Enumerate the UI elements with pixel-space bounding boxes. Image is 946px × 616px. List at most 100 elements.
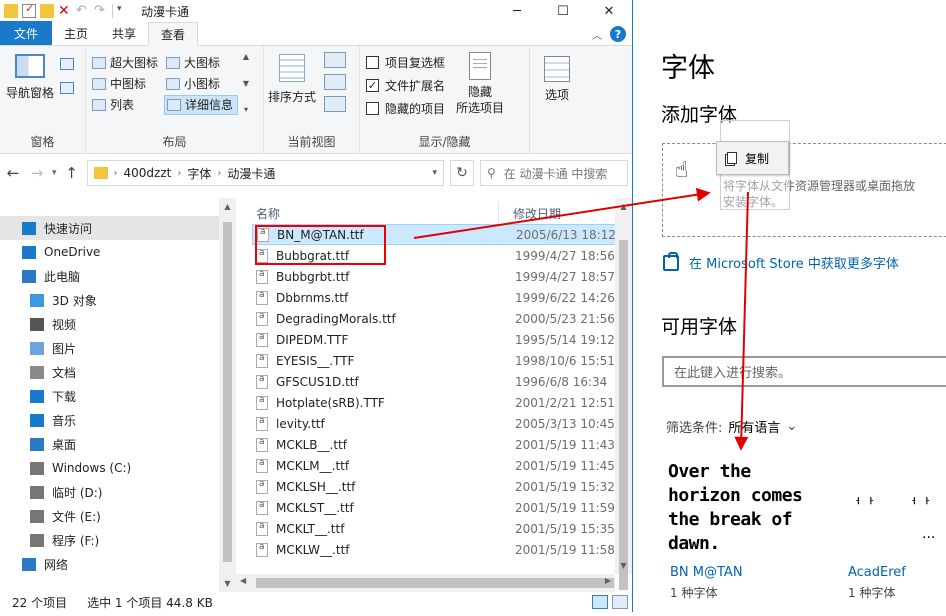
tab-home[interactable]: 主页 xyxy=(52,21,100,45)
file-extensions-toggle[interactable]: ✓ 文件扩展名 xyxy=(366,77,445,94)
layout-gallery-scroll[interactable]: ▲ ▼ ▾ xyxy=(240,52,252,114)
nav-item[interactable]: 此电脑 xyxy=(0,264,236,288)
breadcrumb-item[interactable]: 动漫卡通 xyxy=(227,165,275,182)
chevron-down-icon[interactable]: ▾ xyxy=(432,168,437,178)
tab-file[interactable]: 文件 xyxy=(0,21,53,45)
font-name-acaderef[interactable]: AcadEref xyxy=(848,565,906,580)
nav-item[interactable]: 快速访问 xyxy=(0,216,236,240)
nav-item[interactable]: 程序 (F:) xyxy=(0,528,236,552)
redo-icon[interactable]: ↷ xyxy=(94,4,108,18)
properties-icon[interactable] xyxy=(22,2,36,18)
large-icons-view-icon[interactable] xyxy=(612,595,628,609)
breadcrumb-item[interactable]: 400dzzt xyxy=(124,166,172,180)
nav-item[interactable]: OneDrive xyxy=(0,240,236,264)
file-list-vscrollbar[interactable]: ▲ ▼ xyxy=(615,198,632,590)
nav-item[interactable]: 音乐 xyxy=(0,408,236,432)
close-button[interactable]: ✕ xyxy=(586,0,632,22)
font-preview-acaderef-b[interactable]: ᅥᅡ xyxy=(904,494,930,514)
nav-item[interactable]: 图片 xyxy=(0,336,236,360)
file-row[interactable]: MCKLST__.ttf 2001/5/19 11:59 xyxy=(252,497,618,518)
nav-item-label: 3D 对象 xyxy=(52,293,97,308)
item-checkboxes-toggle[interactable]: 项目复选框 xyxy=(366,54,445,71)
new-folder-icon[interactable] xyxy=(40,4,54,18)
chevron-right-icon[interactable]: › xyxy=(114,168,118,179)
file-list-hscrollbar[interactable]: ◀ ▶ xyxy=(236,574,615,592)
breadcrumb-item[interactable]: 字体 xyxy=(187,165,211,182)
add-columns-icon[interactable] xyxy=(324,74,346,90)
layout-extra-large-icons[interactable]: 超大图标 xyxy=(90,53,164,73)
search-input[interactable]: ⚲ 在 动漫卡通 中搜索 xyxy=(480,160,628,186)
group-by-icon[interactable] xyxy=(324,52,346,68)
help-icon[interactable]: ? xyxy=(610,26,626,42)
back-icon[interactable]: ← xyxy=(4,164,22,182)
file-row[interactable]: EYESIS__.TTF 1998/10/6 15:51 xyxy=(252,350,618,371)
font-name-bn-matan[interactable]: BN M@TAN xyxy=(670,565,743,580)
nav-item[interactable]: 文件 (E:) xyxy=(0,504,236,528)
customize-qat-icon[interactable]: ▾ xyxy=(117,4,131,18)
size-columns-icon[interactable] xyxy=(324,96,346,112)
layout-large-icons[interactable]: 大图标 xyxy=(164,53,238,73)
forward-icon[interactable]: → xyxy=(28,164,46,182)
file-row[interactable]: levity.ttf 2005/3/13 10:45 xyxy=(252,413,618,434)
checkbox-unchecked[interactable] xyxy=(366,102,379,115)
nav-item[interactable]: 文档 xyxy=(0,360,236,384)
column-header-date[interactable]: 修改日期 xyxy=(498,202,561,224)
address-bar[interactable]: › 400dzzt › 字体 › 动漫卡通 ▾ xyxy=(86,160,444,186)
maximize-button[interactable]: ☐ xyxy=(540,0,586,22)
nav-pane-button[interactable]: 导航窗格 xyxy=(6,54,54,101)
chevron-right-icon[interactable]: › xyxy=(177,168,181,179)
undo-icon[interactable]: ↶ xyxy=(76,4,90,18)
nav-item[interactable]: Windows (C:) xyxy=(0,456,236,480)
tab-view[interactable]: 查看 xyxy=(148,22,199,46)
store-link-label: 在 Microsoft Store 中获取更多字体 xyxy=(689,257,899,272)
layout-small-icons[interactable]: 小图标 xyxy=(164,74,238,94)
details-view-icon[interactable] xyxy=(592,595,608,609)
layout-list[interactable]: 列表 xyxy=(90,95,164,115)
chevron-right-icon[interactable]: › xyxy=(217,168,221,179)
file-row[interactable]: Dbbrnms.ttf 1999/6/22 14:26 xyxy=(252,287,618,308)
checkbox-checked[interactable]: ✓ xyxy=(366,79,379,92)
delete-icon[interactable]: ✕ xyxy=(58,4,72,18)
file-row[interactable]: MCKLW__.ttf 2001/5/19 11:58 xyxy=(252,539,618,560)
file-date: 1996/6/8 16:34 xyxy=(515,374,608,389)
font-preview-bn-matan[interactable]: Over the horizon comes the break of dawn… xyxy=(668,460,818,556)
file-row[interactable]: DegradingMorals.ttf 2000/5/23 21:56 xyxy=(252,308,618,329)
font-search-input[interactable]: 在此键入进行搜索。 xyxy=(662,356,946,387)
checkbox-unchecked[interactable] xyxy=(366,56,379,69)
hide-selected-button[interactable]: 隐藏 所选项目 xyxy=(456,52,504,116)
layout-details[interactable]: 详细信息 xyxy=(164,94,238,115)
hidden-items-toggle[interactable]: 隐藏的项目 xyxy=(366,100,445,117)
nav-item[interactable]: 临时 (D:) xyxy=(0,480,236,504)
layout-medium-icons[interactable]: 中图标 xyxy=(90,74,164,94)
font-preview-acaderef-more: ... xyxy=(922,526,936,542)
nav-item[interactable]: 视频 xyxy=(0,312,236,336)
file-row[interactable]: DIPEDM.TTF 1995/5/14 19:12 xyxy=(252,329,618,350)
minimize-button[interactable]: ─ xyxy=(494,0,540,22)
options-button[interactable]: 选项 xyxy=(544,56,570,103)
recent-locations-icon[interactable]: ▾ xyxy=(52,168,57,178)
file-row[interactable]: Hotplate(sRB).TTF 2001/2/21 12:51 xyxy=(252,392,618,413)
column-header-name[interactable]: 名称 xyxy=(236,205,498,222)
microsoft-store-link[interactable]: 在 Microsoft Store 中获取更多字体 xyxy=(663,251,899,272)
refresh-button[interactable]: ↻ xyxy=(450,160,474,186)
font-preview-acaderef-a[interactable]: ᅥᅡ xyxy=(848,494,874,514)
font-drop-zone[interactable]: 将字体从文件资源管理器或桌面拖放 安装字体。 xyxy=(662,143,946,237)
sort-by-button[interactable]: 排序方式 xyxy=(268,54,316,105)
up-icon[interactable]: ↑ xyxy=(63,164,81,182)
nav-item[interactable]: 网络 xyxy=(0,552,236,576)
file-row[interactable]: GFSCUS1D.ttf 1996/6/8 16:34 xyxy=(252,371,618,392)
nav-scrollbar[interactable]: ▲ ▼ xyxy=(219,198,236,592)
preview-pane-icon[interactable] xyxy=(60,58,74,70)
file-row[interactable]: MCKLM__.ttf 2001/5/19 11:45 xyxy=(252,455,618,476)
file-row[interactable]: MCKLB__.ttf 2001/5/19 11:43 xyxy=(252,434,618,455)
file-row[interactable]: MCKLSH__.ttf 2001/5/19 15:32 xyxy=(252,476,618,497)
nav-item[interactable]: 下载 xyxy=(0,384,236,408)
file-row[interactable]: Bubbgrbt.ttf 1999/4/27 18:57 xyxy=(252,266,618,287)
file-row[interactable]: MCKLT__.ttf 2001/5/19 15:35 xyxy=(252,518,618,539)
collapse-ribbon-icon[interactable]: ︿ xyxy=(592,27,602,42)
tab-share[interactable]: 共享 xyxy=(100,21,148,45)
nav-item[interactable]: 桌面 xyxy=(0,432,236,456)
nav-item[interactable]: 3D 对象 xyxy=(0,288,236,312)
details-pane-icon[interactable] xyxy=(60,82,74,94)
language-filter[interactable]: 筛选条件: 所有语言 ⌄ xyxy=(666,417,797,436)
